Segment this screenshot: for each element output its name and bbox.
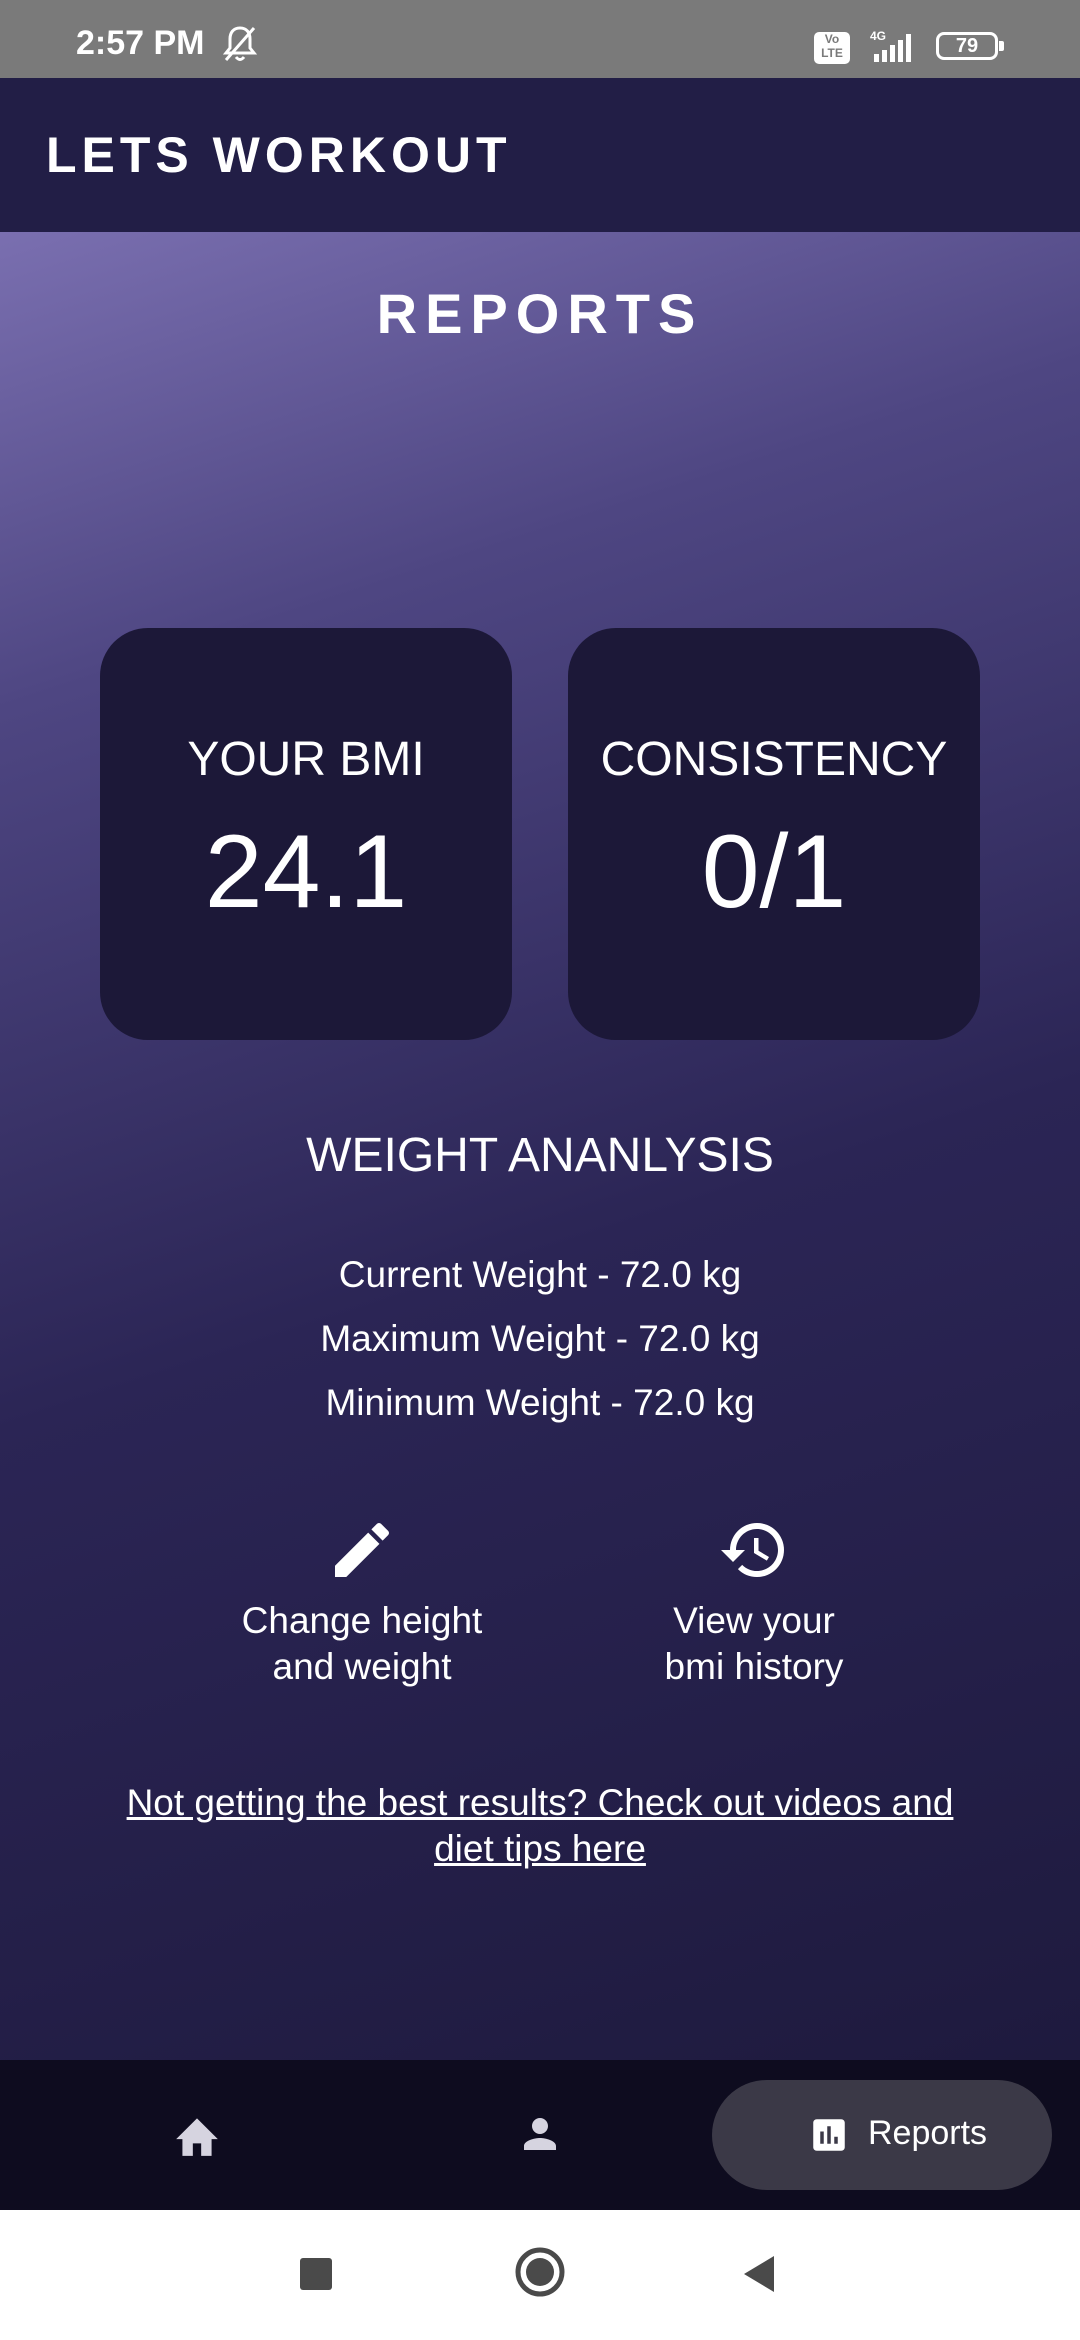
consistency-value: 0/1	[701, 814, 847, 930]
status-time: 2:57 PM	[76, 24, 205, 62]
reports-content[interactable]: REPORTS YOUR BMI 24.1 CONSISTENCY 0/1 WE…	[0, 232, 1080, 2060]
bmi-label: YOUR BMI	[187, 733, 425, 786]
history-icon	[721, 1523, 784, 1577]
pencil-icon	[335, 1522, 390, 1577]
network-type-label: 4G	[870, 29, 886, 43]
app-title: LETS WORKOUT	[46, 127, 512, 183]
change-height-label-line1: Change height	[241, 1600, 483, 1641]
minimum-weight: Minimum Weight - 72.0 kg	[325, 1382, 755, 1423]
tips-link-line1: Not getting the best results? Check out …	[126, 1782, 954, 1823]
tips-link-line2: diet tips here	[434, 1828, 646, 1869]
app-bar: LETS WORKOUT	[0, 78, 1080, 232]
nav-reports-tab[interactable]: Reports	[712, 2080, 1052, 2190]
recent-apps-icon[interactable]	[300, 2258, 332, 2290]
battery-icon: 79	[936, 32, 1004, 60]
view-history-label-line1: View your	[673, 1600, 835, 1641]
bmi-card: YOUR BMI 24.1	[100, 628, 512, 1040]
nav-reports-label: Reports	[868, 2114, 988, 2152]
maximum-weight: Maximum Weight - 72.0 kg	[320, 1318, 760, 1359]
system-home-icon[interactable]	[514, 2246, 566, 2298]
bar-chart-icon	[813, 2119, 845, 2151]
current-weight: Current Weight - 72.0 kg	[338, 1254, 742, 1295]
system-nav-bar	[0, 2210, 1080, 2340]
screen: 2:57 PM Vo LTE 4G 79 LETS WORKOUT REPORT…	[0, 0, 1080, 2340]
home-icon[interactable]	[172, 2112, 222, 2158]
videos-diet-tips-link[interactable]: Not getting the best results? Check out …	[90, 1780, 990, 1872]
bell-off-icon	[222, 26, 258, 61]
page-title: REPORTS	[376, 282, 704, 345]
volte-icon: Vo LTE	[814, 32, 850, 64]
consistency-label: CONSISTENCY	[600, 733, 948, 786]
signal-icon: 4G	[870, 29, 911, 62]
person-icon[interactable]	[516, 2110, 564, 2158]
status-bar: 2:57 PM Vo LTE 4G 79	[0, 0, 1080, 78]
view-bmi-history-button[interactable]: View your bmi history	[584, 1514, 924, 1690]
view-history-label-line2: bmi history	[664, 1646, 844, 1687]
bottom-nav: Reports	[0, 2060, 1080, 2210]
consistency-card: CONSISTENCY 0/1	[568, 628, 980, 1040]
change-height-weight-button[interactable]: Change height and weight	[192, 1514, 532, 1690]
weight-analysis-title: WEIGHT ANANLYSIS	[306, 1129, 774, 1182]
bmi-value: 24.1	[204, 814, 408, 930]
change-height-label-line2: and weight	[272, 1646, 452, 1687]
back-icon[interactable]	[740, 2254, 780, 2294]
